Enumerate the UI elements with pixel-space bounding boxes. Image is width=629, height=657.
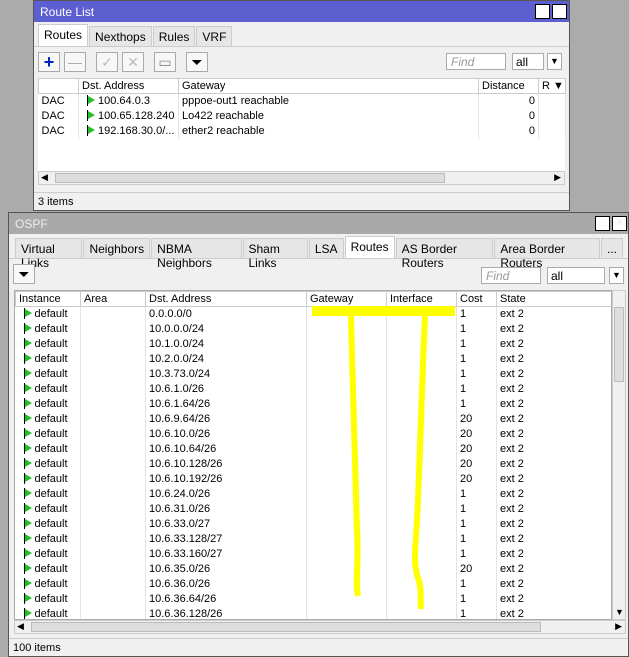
route-list-titlebar[interactable]: Route List □ ✕ xyxy=(34,1,569,22)
flag-icon xyxy=(87,125,95,136)
route-table: Dst. Address Gateway Distance R ▼ DAC 100… xyxy=(38,78,566,139)
filter-select[interactable]: all xyxy=(512,53,544,70)
tab-vrf[interactable]: VRF xyxy=(196,26,233,46)
dst-address: 100.65.128.240 xyxy=(78,108,179,124)
flag-icon xyxy=(87,95,95,107)
ospf-table-wrap: Instance Area Dst. Address Gateway Inter… xyxy=(14,290,612,620)
tab-sham-links[interactable]: Sham Links xyxy=(242,238,308,270)
col-gateway[interactable]: Gateway xyxy=(178,78,479,94)
disable-icon[interactable]: ✕ xyxy=(122,52,144,72)
table-row[interactable]: DAC 100.65.128.240 Lo422 reachable 0 xyxy=(38,108,566,124)
gateway: pppoe-out1 reachable xyxy=(178,93,479,109)
highlight-bar xyxy=(312,306,455,316)
status-bar: 100 items xyxy=(9,638,628,656)
filter-icon[interactable]: ⏷ xyxy=(13,264,35,284)
maximize-button[interactable]: □ xyxy=(535,4,550,19)
tab-nbma-neighbors[interactable]: NBMA Neighbors xyxy=(151,238,242,270)
dst-address: 100.64.0.3 xyxy=(78,93,179,109)
vertical-scrollbar[interactable]: ▼ xyxy=(612,290,626,620)
filter-dropdown-button[interactable]: ▼ xyxy=(547,53,562,70)
filter-select[interactable]: all xyxy=(547,267,605,284)
tab-routes[interactable]: Routes xyxy=(38,24,89,46)
yellow-highlight-marks xyxy=(312,306,455,610)
tab-virtual-links[interactable]: Virtual Links xyxy=(15,238,83,270)
col-flags[interactable] xyxy=(38,78,79,94)
ospf-tabs: Virtual Links Neighbors NBMA Neighbors S… xyxy=(9,234,628,270)
col-r[interactable]: R ▼ xyxy=(538,78,566,94)
tab-more[interactable]: ... xyxy=(600,238,623,258)
remove-icon[interactable]: — xyxy=(64,52,86,72)
comment-icon[interactable]: ▭ xyxy=(154,52,176,72)
horizontal-scrollbar[interactable]: ◀ ▶ xyxy=(14,620,626,634)
distance: 0 xyxy=(478,108,539,124)
route-list-toolbar: + — ✓ ✕ ▭ ⏷ Find all ▼ xyxy=(34,47,569,77)
table-header: Dst. Address Gateway Distance R ▼ xyxy=(38,78,566,94)
tab-rules[interactable]: Rules xyxy=(152,26,196,46)
distance: 0 xyxy=(478,93,539,109)
tab-nexthops[interactable]: Nexthops xyxy=(89,26,152,46)
route-list-tabs: Routes Nexthops Rules VRF xyxy=(34,22,569,47)
find-input[interactable]: Find xyxy=(481,267,541,284)
status-bar: 3 items xyxy=(34,192,569,210)
window-title: OSPF xyxy=(15,217,48,231)
flags: DAC xyxy=(38,108,79,124)
filter-icon[interactable]: ⏷ xyxy=(186,52,208,72)
filter-dropdown-button[interactable]: ▼ xyxy=(609,267,624,284)
window-title: Route List xyxy=(40,5,95,19)
ospf-toolbar: ⏷ Find all ▼ xyxy=(9,259,628,289)
flag-icon xyxy=(87,110,95,121)
horizontal-scrollbar[interactable]: ◀ ▶ xyxy=(38,171,565,185)
table-row[interactable]: DAC 192.168.30.0/... ether2 reachable 0 xyxy=(38,123,566,139)
tab-area-border-routers[interactable]: Area Border Routers xyxy=(494,238,600,270)
add-icon[interactable]: + xyxy=(38,52,60,72)
ospf-window: OSPF □ ✕ Virtual Links Neighbors NBMA Ne… xyxy=(8,212,629,657)
enable-icon[interactable]: ✓ xyxy=(96,52,118,72)
maximize-button[interactable]: □ xyxy=(595,216,610,231)
highlight-stroke-interface xyxy=(412,315,428,610)
distance: 0 xyxy=(478,123,539,139)
tab-as-border-routers[interactable]: AS Border Routers xyxy=(395,238,494,270)
flags: DAC xyxy=(38,93,79,109)
route-list-window: Route List □ ✕ Routes Nexthops Rules VRF… xyxy=(33,0,570,211)
col-dst-address[interactable]: Dst. Address xyxy=(78,78,179,94)
close-button[interactable]: ✕ xyxy=(552,4,567,19)
gateway: ether2 reachable xyxy=(178,123,479,139)
table-row[interactable]: DAC 100.64.0.3 pppoe-out1 reachable 0 xyxy=(38,93,566,109)
ospf-titlebar[interactable]: OSPF □ ✕ xyxy=(9,213,628,234)
tab-routes[interactable]: Routes xyxy=(344,236,395,258)
flags: DAC xyxy=(38,123,79,139)
route-table-body xyxy=(38,139,565,171)
tab-neighbors[interactable]: Neighbors xyxy=(83,238,151,258)
highlight-stroke-gateway xyxy=(348,315,361,597)
find-input[interactable]: Find xyxy=(446,53,506,70)
col-distance[interactable]: Distance xyxy=(478,78,539,94)
gateway: Lo422 reachable xyxy=(178,108,479,124)
tab-lsa[interactable]: LSA xyxy=(308,238,344,258)
dst-address: 192.168.30.0/... xyxy=(78,123,179,139)
close-button[interactable]: ✕ xyxy=(612,216,627,231)
